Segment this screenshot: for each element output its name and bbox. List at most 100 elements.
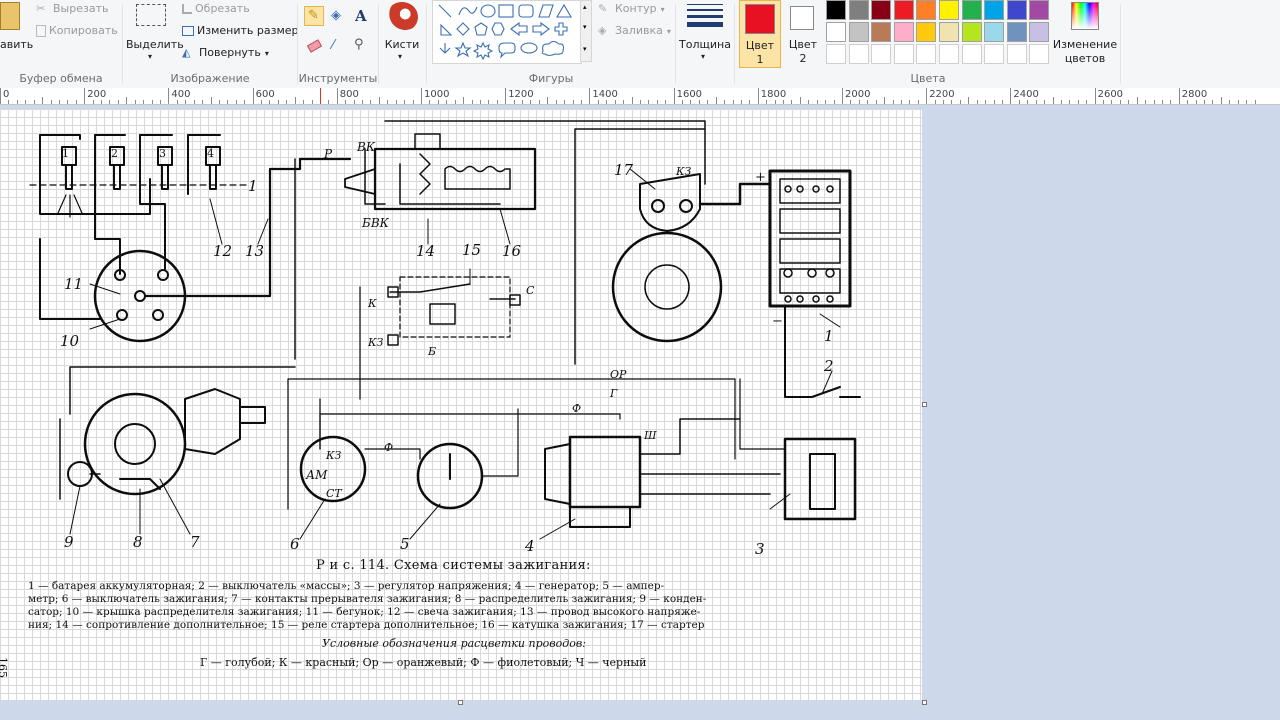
eraser-tool[interactable] xyxy=(304,36,324,56)
palette-swatch[interactable] xyxy=(961,44,982,64)
ribbon: авить ✂ Вырезать Копировать Буфер обмена … xyxy=(0,0,1280,89)
ruler-minor-tick xyxy=(1111,100,1113,104)
ruler-minor-tick xyxy=(976,100,978,104)
legend-line-3: сатор; 10 — крышка распределителя зажига… xyxy=(28,606,701,618)
palette-swatch[interactable] xyxy=(871,22,892,42)
ruler-minor-tick xyxy=(1195,100,1197,104)
text-tool[interactable]: A xyxy=(350,6,370,26)
palette-swatch[interactable] xyxy=(1006,22,1027,42)
wire-f2: Ф xyxy=(384,441,393,454)
ruler-minor-tick xyxy=(143,100,145,104)
palette-swatch[interactable] xyxy=(984,22,1005,42)
palette-swatch[interactable] xyxy=(916,44,937,64)
palette-swatch[interactable] xyxy=(939,44,959,64)
size-button[interactable]: Толщина ▾ xyxy=(679,0,731,64)
palette-swatch[interactable] xyxy=(871,0,892,20)
ruler-minor-tick xyxy=(791,100,793,104)
ruler-minor-tick xyxy=(766,100,768,104)
shapes-gallery[interactable] xyxy=(432,0,582,64)
callout-4: 4 xyxy=(524,537,535,555)
palette-swatch[interactable] xyxy=(939,0,959,20)
ruler-minor-tick xyxy=(261,100,263,104)
ruler-minor-tick xyxy=(1077,100,1079,104)
callout-15: 15 xyxy=(462,241,481,259)
fill-button[interactable]: ◈ Заливка ▾ xyxy=(598,24,671,38)
ruler-minor-tick xyxy=(1052,97,1054,104)
pencil-icon: ✎ xyxy=(308,8,319,23)
ruler-minor-tick xyxy=(1246,100,1248,104)
select-label: Выделить xyxy=(126,38,184,51)
color2-number: 2 xyxy=(799,52,807,65)
callout-8: 8 xyxy=(133,533,143,551)
brushes-button[interactable]: Кисти ▾ xyxy=(382,0,422,64)
chevron-down-icon: ▾ xyxy=(264,49,269,58)
palette-swatch[interactable] xyxy=(826,22,846,42)
resize-button[interactable]: Изменить размер xyxy=(182,24,299,37)
magnifier-tool[interactable]: ⚲ xyxy=(350,36,370,56)
color2-button[interactable]: Цвет 2 xyxy=(782,0,824,68)
palette-swatch[interactable] xyxy=(871,44,892,64)
palette-swatch[interactable] xyxy=(916,22,937,42)
palette-swatch[interactable] xyxy=(848,44,869,64)
wire-legend-title: Условные обозначения расцветки проводов: xyxy=(322,637,586,650)
palette-swatch[interactable] xyxy=(961,22,982,42)
ruler-minor-tick xyxy=(783,100,785,104)
ruler-minor-tick xyxy=(151,100,153,104)
rotate-button[interactable]: ◭ Повернуть ▾ xyxy=(182,46,269,60)
palette-swatch[interactable] xyxy=(1029,44,1050,64)
palette-swatch[interactable] xyxy=(939,22,959,42)
edit-colors-button[interactable]: Изменение цветов xyxy=(1052,0,1118,68)
palette-swatch[interactable] xyxy=(1029,22,1050,42)
fill-tool[interactable]: ◈ xyxy=(327,6,347,26)
callout-16: 16 xyxy=(502,242,522,260)
ruler-minor-tick xyxy=(479,100,481,104)
ruler-minor-tick xyxy=(370,100,372,104)
select-button[interactable]: Выделить ▾ xyxy=(126,0,184,64)
resize-handle-corner[interactable] xyxy=(922,700,927,705)
crop-button[interactable]: Обрезать xyxy=(182,2,250,15)
palette-swatch[interactable] xyxy=(893,0,914,20)
copy-button[interactable]: Копировать xyxy=(36,24,118,37)
color1-button[interactable]: Цвет 1 xyxy=(739,0,781,68)
pencil-tool[interactable]: ✎ xyxy=(304,6,324,26)
palette-swatch[interactable] xyxy=(826,44,846,64)
palette-swatch[interactable] xyxy=(848,0,869,20)
drawing-canvas[interactable]: 1 2 3 4 1 1 2 3 4 5 6 7 8 9 10 11 12 13 … xyxy=(0,109,922,700)
palette-swatch[interactable] xyxy=(1006,44,1027,64)
palette-swatch[interactable] xyxy=(916,0,937,20)
outline-button[interactable]: ✎ Контур ▾ xyxy=(598,2,665,16)
palette-swatch[interactable] xyxy=(893,44,914,64)
paste-label: авить xyxy=(0,38,34,51)
ruler-minor-tick xyxy=(1204,100,1206,104)
color-picker-tool[interactable]: ⁄ xyxy=(327,36,347,56)
resize-handle-right[interactable] xyxy=(922,402,927,407)
ruler-minor-tick xyxy=(1170,100,1172,104)
ruler-minor-tick xyxy=(58,100,60,104)
ruler-minor-tick xyxy=(75,100,77,104)
resize-handle-bottom[interactable] xyxy=(458,700,463,705)
battery-minus: − xyxy=(772,314,783,329)
callout-1: 1 xyxy=(824,327,834,345)
ruler-minor-tick xyxy=(884,97,886,104)
palette-swatch[interactable] xyxy=(961,0,982,20)
ruler-label: 400 xyxy=(171,89,191,100)
palette-swatch[interactable] xyxy=(1006,0,1027,20)
palette-swatch[interactable] xyxy=(984,44,1005,64)
chevron-down-icon: ▾ xyxy=(660,5,665,14)
callout-14: 14 xyxy=(416,242,435,260)
palette-swatch[interactable] xyxy=(848,22,869,42)
palette-swatch[interactable] xyxy=(826,0,846,20)
callout-2: 2 xyxy=(823,357,834,375)
palette-swatch[interactable] xyxy=(1029,0,1050,20)
ruler-minor-tick xyxy=(1060,100,1062,104)
chevron-down-icon: ▾ xyxy=(666,27,671,36)
shapes-scrollbar[interactable]: ▴ ▾ ▾ xyxy=(580,0,592,62)
ruler-minor-tick xyxy=(437,100,439,104)
palette-swatch[interactable] xyxy=(893,22,914,42)
ruler-minor-tick xyxy=(648,100,650,104)
separator xyxy=(378,4,379,84)
cut-button[interactable]: ✂ Вырезать xyxy=(36,2,108,16)
palette-swatch[interactable] xyxy=(984,0,1005,20)
paste-button[interactable]: авить xyxy=(0,0,33,62)
ruler-minor-tick xyxy=(92,100,94,104)
